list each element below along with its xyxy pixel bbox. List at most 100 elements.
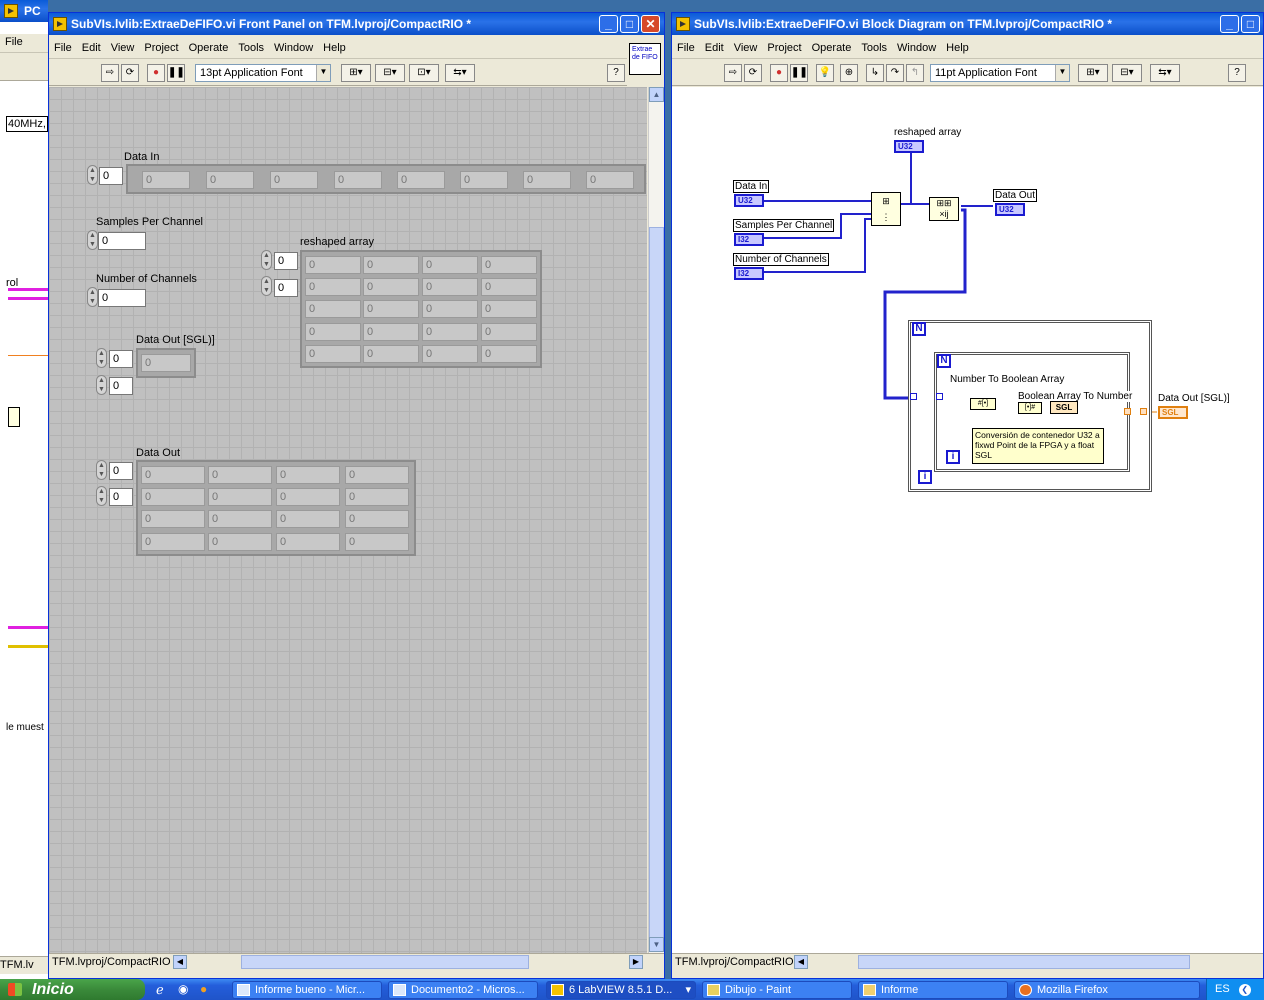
minimize-button[interactable]: _: [1220, 15, 1239, 33]
reshaped-cell[interactable]: 0: [305, 256, 361, 274]
reshaped-cell[interactable]: 0: [422, 300, 478, 318]
data-out-sgl-terminal[interactable]: SGL: [1158, 406, 1188, 419]
reshaped-cell[interactable]: 0: [363, 323, 419, 341]
menu-window[interactable]: Window: [892, 40, 941, 54]
data-out-cell[interactable]: 0: [345, 510, 409, 528]
maximize-button[interactable]: □: [620, 15, 639, 33]
scroll-thumb[interactable]: [649, 227, 664, 939]
samples-per-channel-input[interactable]: 0: [98, 232, 146, 250]
menu-help[interactable]: Help: [941, 40, 974, 54]
resize-objects-icon[interactable]: ⊡▾: [409, 64, 439, 82]
data-out-sgl-row-spinner[interactable]: ▲ ▼: [96, 348, 107, 368]
number-of-channels-terminal[interactable]: I32: [734, 267, 764, 280]
reshaped-cell[interactable]: 0: [363, 300, 419, 318]
menu-operate[interactable]: Operate: [184, 40, 234, 54]
font-selector[interactable]: 13pt Application Font ▼: [195, 64, 331, 82]
data-in-cell[interactable]: 0: [586, 171, 634, 189]
background-window-titlebar[interactable]: PC: [0, 0, 48, 22]
taskbar-item[interactable]: Mozilla Firefox: [1014, 981, 1200, 999]
scroll-down-arrow[interactable]: ▼: [649, 937, 664, 952]
run-arrow-icon[interactable]: ⇨: [101, 64, 119, 82]
menu-project[interactable]: Project: [762, 40, 806, 54]
pause-icon[interactable]: ❚❚: [790, 64, 808, 82]
reshaped-cell[interactable]: 0: [305, 323, 361, 341]
abort-icon[interactable]: ●: [147, 64, 165, 82]
pause-icon[interactable]: ❚❚: [167, 64, 185, 82]
reshaped-cell[interactable]: 0: [481, 323, 537, 341]
step-out-icon[interactable]: ↰: [906, 64, 924, 82]
data-out-col-spinner[interactable]: ▲ ▼: [96, 486, 107, 506]
reshaped-cell[interactable]: 0: [363, 256, 419, 274]
horizontal-scrollbar-thumb[interactable]: [858, 955, 1190, 969]
menu-project[interactable]: Project: [139, 40, 183, 54]
data-in-terminal[interactable]: U32: [734, 194, 764, 207]
align-objects-icon[interactable]: ⊞▾: [341, 64, 371, 82]
horizontal-scrollbar-thumb[interactable]: [241, 955, 529, 969]
data-in-cell[interactable]: 0: [206, 171, 254, 189]
highlight-execution-icon[interactable]: 💡: [816, 64, 834, 82]
to-sgl-node[interactable]: SGL: [1050, 401, 1078, 414]
reshape-array-node[interactable]: ⊞ ⋮: [871, 192, 901, 226]
taskbar-item[interactable]: Dibujo - Paint: [702, 981, 852, 999]
data-out-cell[interactable]: 0: [208, 488, 272, 506]
run-continuously-icon[interactable]: ⟳: [744, 64, 762, 82]
run-arrow-icon[interactable]: ⇨: [724, 64, 742, 82]
align-objects-icon[interactable]: ⊞▾: [1078, 64, 1108, 82]
data-in-cell[interactable]: 0: [334, 171, 382, 189]
data-out-sgl-col-spinner[interactable]: ▲ ▼: [96, 375, 107, 395]
data-out-sgl-col-index[interactable]: 0: [109, 377, 133, 395]
menu-operate[interactable]: Operate: [807, 40, 857, 54]
distribute-objects-icon[interactable]: ⊟▾: [1112, 64, 1142, 82]
data-out-row-index[interactable]: 0: [109, 462, 133, 480]
data-out-cell[interactable]: 0: [141, 510, 205, 528]
reshaped-array-col-spinner[interactable]: ▲ ▼: [261, 276, 272, 296]
menu-tools[interactable]: Tools: [233, 40, 269, 54]
menu-view[interactable]: View: [106, 40, 140, 54]
data-out-row-spinner[interactable]: ▲ ▼: [96, 460, 107, 480]
boolean-to-number-node[interactable]: [•]#: [1018, 402, 1042, 414]
reshaped-array-col-index[interactable]: 0: [274, 279, 298, 297]
menu-edit[interactable]: Edit: [77, 40, 106, 54]
menu-view[interactable]: View: [729, 40, 763, 54]
taskbar-item[interactable]: Informe: [858, 981, 1008, 999]
taskbar-item[interactable]: 6 LabVIEW 8.5.1 D... ▾: [546, 981, 696, 999]
language-indicator[interactable]: ES: [1215, 983, 1230, 995]
reshaped-cell[interactable]: 0: [422, 323, 478, 341]
reshaped-cell[interactable]: 0: [363, 345, 419, 363]
data-in-cell[interactable]: 0: [523, 171, 571, 189]
help-icon[interactable]: ?: [1228, 64, 1246, 82]
reorder-icon[interactable]: ⇆▾: [1150, 64, 1180, 82]
font-selector[interactable]: 11pt Application Font ▼: [930, 64, 1070, 82]
taskbar-item[interactable]: Informe bueno - Micr...: [232, 981, 382, 999]
data-out-cell[interactable]: 0: [208, 533, 272, 551]
start-button[interactable]: Inicio: [0, 979, 145, 1000]
reshaped-cell[interactable]: 0: [481, 345, 537, 363]
menu-file[interactable]: File: [49, 40, 77, 54]
number-of-channels-input[interactable]: 0: [98, 289, 146, 307]
distribute-objects-icon[interactable]: ⊟▾: [375, 64, 405, 82]
data-in-index-spinner[interactable]: ▲ ▼: [87, 165, 98, 185]
reshaped-cell[interactable]: 0: [422, 278, 478, 296]
retain-wire-values-icon[interactable]: ⊕: [840, 64, 858, 82]
data-out-cell[interactable]: 0: [345, 533, 409, 551]
vi-icon[interactable]: Extrae de FIFO: [629, 43, 661, 75]
menu-help[interactable]: Help: [318, 40, 351, 54]
minimize-button[interactable]: _: [599, 15, 618, 33]
quick-launch-ie-icon[interactable]: ℯ: [156, 982, 164, 998]
quick-launch-firefox-icon[interactable]: ●: [200, 982, 207, 996]
scroll-up-arrow[interactable]: ▲: [649, 87, 664, 102]
number-to-boolean-node[interactable]: #[•]: [970, 398, 996, 410]
data-in-cell[interactable]: 0: [397, 171, 445, 189]
transpose-array-node[interactable]: ⊞⊞ ×ij: [929, 197, 959, 221]
close-button[interactable]: ✕: [641, 15, 660, 33]
reshaped-cell[interactable]: 0: [363, 278, 419, 296]
data-out-cell[interactable]: 0: [141, 488, 205, 506]
quick-launch-explorer-icon[interactable]: ◉: [178, 982, 188, 996]
data-out-terminal[interactable]: U32: [995, 203, 1025, 216]
data-out-col-index[interactable]: 0: [109, 488, 133, 506]
menu-tools[interactable]: Tools: [856, 40, 892, 54]
block-diagram-titlebar[interactable]: SubVIs.lvlib:ExtraeDeFIFO.vi Block Diagr…: [672, 13, 1263, 35]
menu-edit[interactable]: Edit: [700, 40, 729, 54]
menu-file[interactable]: File: [0, 34, 28, 48]
data-out-cell[interactable]: 0: [276, 488, 340, 506]
